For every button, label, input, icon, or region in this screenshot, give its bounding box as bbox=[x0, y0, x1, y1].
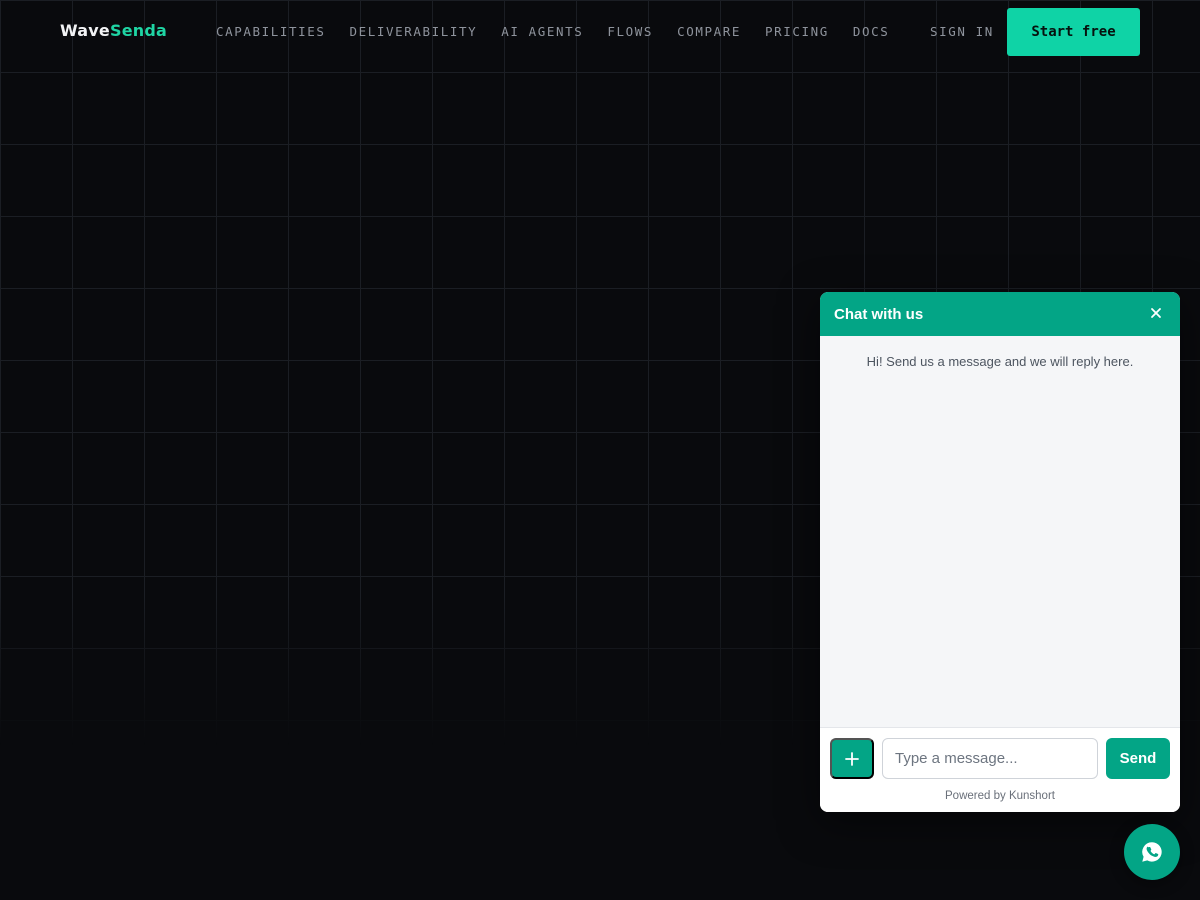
brand-name-part1: Wave bbox=[60, 21, 110, 40]
close-icon[interactable] bbox=[1146, 305, 1166, 323]
top-nav: WaveSenda CAPABILITIES DELIVERABILITY AI… bbox=[0, 0, 1200, 64]
nav-item-flows[interactable]: FLOWS bbox=[607, 23, 653, 41]
plus-icon bbox=[845, 751, 859, 766]
chat-widget: Chat with us Hi! Send us a message and w… bbox=[820, 292, 1180, 812]
attach-button[interactable] bbox=[830, 738, 874, 779]
powered-by-label: Powered by Kunshort bbox=[945, 790, 1055, 802]
chat-header: Chat with us bbox=[820, 292, 1180, 336]
chat-title: Chat with us bbox=[834, 305, 924, 323]
close-icon-glyph bbox=[1151, 308, 1161, 318]
nav-menu: CAPABILITIES DELIVERABILITY AI AGENTS FL… bbox=[216, 23, 889, 41]
page: WaveSenda CAPABILITIES DELIVERABILITY AI… bbox=[0, 0, 1200, 900]
chat-greeting: Hi! Send us a message and we will reply … bbox=[866, 354, 1134, 369]
brand-logo[interactable]: WaveSenda bbox=[60, 20, 167, 42]
send-button[interactable]: Send bbox=[1106, 738, 1170, 779]
nav-item-docs[interactable]: DOCS bbox=[853, 23, 890, 41]
start-free-button[interactable]: Start free bbox=[1007, 8, 1140, 56]
nav-item-pricing[interactable]: PRICING bbox=[765, 23, 829, 41]
sign-in-link[interactable]: SIGN IN bbox=[930, 23, 994, 41]
chat-composer: Send Powered by Kunshort bbox=[820, 727, 1180, 812]
brand-name-part2: Senda bbox=[109, 21, 167, 40]
nav-item-capabilities[interactable]: CAPABILITIES bbox=[216, 23, 326, 41]
chat-launcher-button[interactable] bbox=[1124, 824, 1180, 880]
nav-item-deliverability[interactable]: DELIVERABILITY bbox=[350, 23, 478, 41]
whatsapp-icon bbox=[1142, 842, 1162, 862]
nav-item-compare[interactable]: COMPARE bbox=[677, 23, 741, 41]
message-input[interactable] bbox=[882, 738, 1098, 779]
chat-messages: Hi! Send us a message and we will reply … bbox=[820, 336, 1180, 727]
nav-item-ai-agents[interactable]: AI AGENTS bbox=[501, 23, 583, 41]
